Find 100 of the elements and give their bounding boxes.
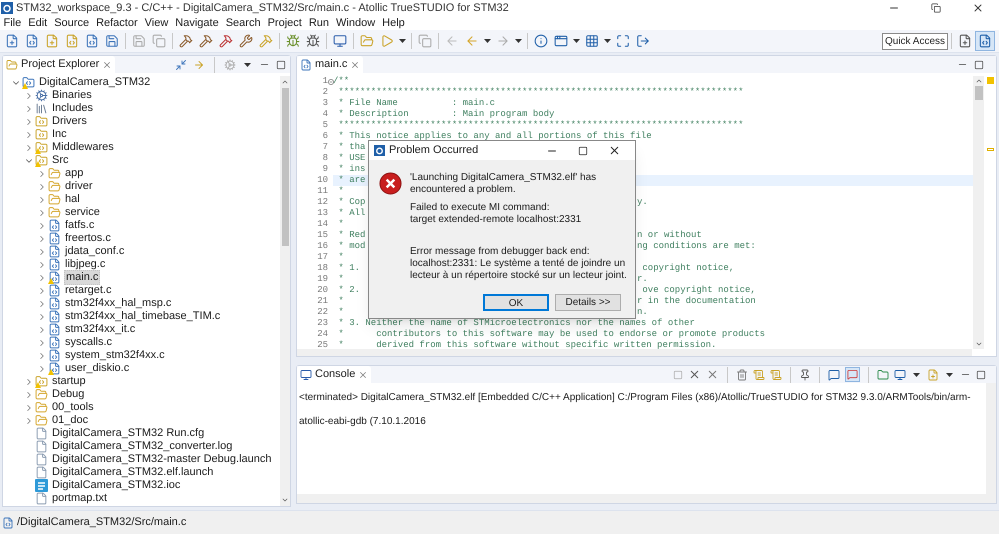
maximize-icon[interactable]: [276, 60, 286, 70]
tree-item[interactable]: stm32f4xx_hal_timebase_TIM.c: [64, 310, 222, 323]
tree-item[interactable]: main.c: [64, 270, 100, 285]
code-file-icon[interactable]: [85, 34, 99, 48]
dialog-button[interactable]: Details >>: [555, 294, 621, 311]
close-icon[interactable]: [608, 144, 621, 157]
hammer-icon[interactable]: [219, 34, 233, 48]
dropdown-caret-icon[interactable]: [515, 39, 522, 43]
scroll-down-icon[interactable]: [974, 340, 982, 348]
remove-icon[interactable]: [688, 368, 701, 381]
gear-icon[interactable]: [224, 58, 236, 70]
dropdown-caret-icon[interactable]: [913, 372, 920, 376]
folder-icon[interactable]: [877, 368, 889, 380]
code-file-icon[interactable]: [65, 34, 79, 48]
hammer-icon[interactable]: [179, 34, 193, 48]
tree-item[interactable]: libjpeg.c: [64, 258, 106, 271]
tree-item[interactable]: startup: [51, 375, 87, 388]
scroll-thumb[interactable]: [974, 86, 982, 100]
menu-item[interactable]: Window: [332, 16, 379, 30]
dropdown-caret-icon[interactable]: [946, 372, 953, 376]
tree-item[interactable]: fatfs.c: [64, 219, 96, 232]
tree-item[interactable]: stm32f4xx_it.c: [64, 323, 136, 336]
tree-item[interactable]: 00_tools: [51, 401, 95, 414]
tree-item[interactable]: hal: [64, 193, 81, 206]
tree-item[interactable]: Inc: [51, 128, 68, 141]
run-icon[interactable]: [380, 34, 394, 48]
tree-item[interactable]: retarget.c: [64, 284, 112, 297]
tree-item[interactable]: Includes: [51, 102, 94, 115]
panel-tab[interactable]: Project Explorer: [3, 56, 116, 73]
console-tab[interactable]: Console: [297, 366, 372, 383]
collapse-all-icon[interactable]: [175, 58, 187, 70]
scrollbar[interactable]: [297, 494, 996, 503]
tree-item[interactable]: driver: [64, 180, 94, 193]
hammer-icon[interactable]: [259, 34, 273, 48]
tree-item[interactable]: syscalls.c: [64, 336, 114, 349]
tree-item[interactable]: DigitalCamera_STM32.elf.launch: [51, 466, 214, 479]
tree-item[interactable]: app: [64, 167, 84, 180]
tree-item[interactable]: Debug: [51, 388, 86, 401]
dropdown-caret-icon[interactable]: [399, 39, 406, 43]
scrollbar[interactable]: [973, 76, 984, 349]
wrench-icon[interactable]: [239, 34, 253, 48]
monitor-icon[interactable]: [894, 368, 906, 380]
menu-item[interactable]: File: [0, 16, 25, 30]
tree-item[interactable]: system_stm32f4xx.c: [64, 349, 166, 362]
menu-item[interactable]: View: [141, 16, 172, 30]
save-icon[interactable]: [105, 34, 119, 48]
tree-item[interactable]: DigitalCamera_STM32.ioc: [51, 479, 182, 492]
menu-item[interactable]: Edit: [24, 16, 51, 30]
monitor-icon[interactable]: [333, 34, 347, 48]
message-icon[interactable]: [828, 368, 840, 380]
bug-icon[interactable]: [286, 34, 300, 48]
stop-icon[interactable]: [673, 370, 683, 380]
scroll-up-icon[interactable]: [974, 77, 982, 85]
menu-item[interactable]: Refactor: [92, 16, 142, 30]
tree-item[interactable]: jdata_conf.c: [64, 245, 126, 258]
maximize-icon[interactable]: [578, 146, 588, 156]
restore-icon[interactable]: [931, 3, 941, 13]
dialog-button[interactable]: OK: [483, 294, 549, 311]
tree-item[interactable]: Drivers: [51, 115, 88, 128]
tree-item[interactable]: DigitalCamera_STM32_converter.log: [51, 440, 234, 453]
tree-item[interactable]: freertos.c: [64, 232, 112, 245]
close-icon[interactable]: [972, 2, 984, 14]
hammer-icon[interactable]: [199, 34, 213, 48]
code-file-icon[interactable]: [25, 34, 39, 48]
fold-icon[interactable]: [328, 78, 334, 84]
quick-access-field[interactable]: Quick Access: [882, 32, 948, 50]
tree-item[interactable]: service: [64, 206, 101, 219]
window-icon[interactable]: [554, 34, 568, 48]
file-plus-icon[interactable]: [45, 34, 59, 48]
save-icon[interactable]: [132, 34, 146, 48]
info-icon[interactable]: [534, 34, 548, 48]
warning-marker[interactable]: [986, 77, 994, 84]
menu-item[interactable]: Navigate: [172, 16, 222, 30]
tree-item[interactable]: Src: [51, 154, 70, 167]
bug-icon[interactable]: [306, 34, 320, 48]
editor-tab[interactable]: main.c: [297, 56, 364, 73]
tree-item[interactable]: DigitalCamera_STM32 Run.cfg: [51, 427, 206, 440]
tree-item[interactable]: stm32f4xx_hal_msp.c: [64, 297, 172, 310]
dropdown-caret-icon[interactable]: [573, 39, 580, 43]
folder-icon[interactable]: [360, 34, 374, 48]
menu-item[interactable]: Source: [50, 16, 93, 30]
grid-icon[interactable]: [585, 34, 599, 48]
dropdown-caret-icon[interactable]: [244, 62, 251, 66]
menu-item[interactable]: Help: [378, 16, 408, 30]
pin-icon[interactable]: [799, 368, 811, 380]
dropdown-caret-icon[interactable]: [484, 39, 491, 43]
clear-icon[interactable]: [736, 368, 748, 380]
tree-item[interactable]: DigitalCamera_STM32-master Debug.launch: [51, 453, 272, 466]
file-plus-icon[interactable]: [5, 34, 19, 48]
scroll-down-icon[interactable]: [281, 496, 289, 504]
menu-item[interactable]: Run: [305, 16, 333, 30]
tree-item[interactable]: 01_doc: [51, 414, 90, 427]
tree-item[interactable]: portmap.txt: [51, 492, 108, 505]
scrollbar[interactable]: [986, 383, 996, 494]
menu-item[interactable]: Project: [264, 16, 306, 30]
maximize-icon[interactable]: [974, 60, 984, 70]
maximize-icon[interactable]: [976, 370, 986, 380]
tree-item[interactable]: Middlewares: [51, 141, 115, 154]
menu-item[interactable]: Search: [222, 16, 264, 30]
tree-item[interactable]: DigitalCamera_STM32: [38, 76, 152, 89]
